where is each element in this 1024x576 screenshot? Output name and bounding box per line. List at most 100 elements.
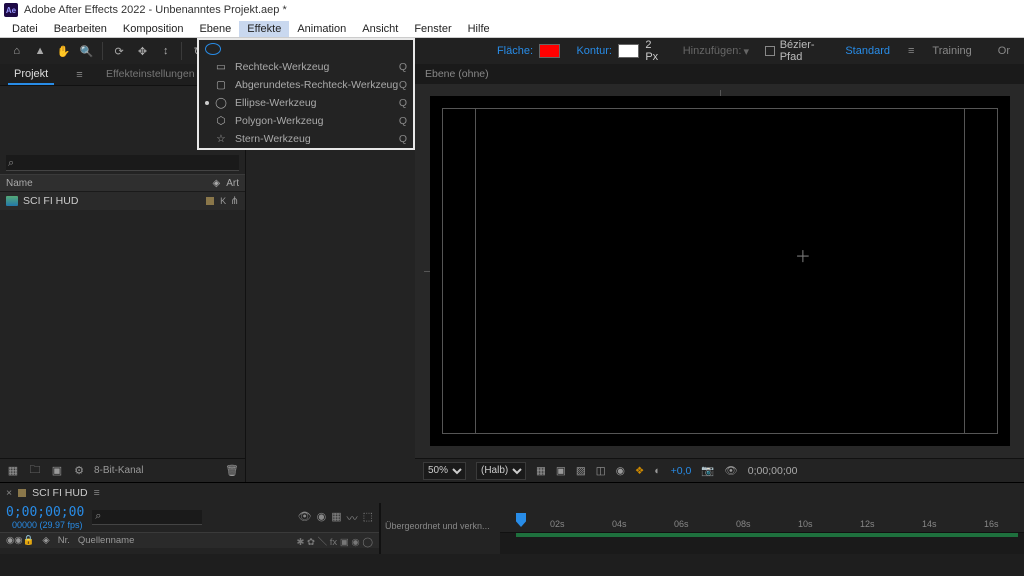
motion-blur-icon[interactable]: 〰: [347, 510, 358, 526]
menu-ansicht[interactable]: Ansicht: [354, 21, 406, 37]
switches-icons[interactable]: ✱ ✿ ＼ fx ▣ ◉ ◯: [296, 534, 373, 548]
bezier-checkbox[interactable]: Bézier-Pfad: [765, 39, 835, 63]
safe-zone-inner: [475, 108, 965, 434]
stroke-swatch[interactable]: [618, 44, 639, 58]
menu-fenster[interactable]: Fenster: [406, 21, 459, 37]
col-type[interactable]: Art: [226, 178, 239, 189]
ruler-mark: 16s: [984, 519, 999, 529]
current-timecode[interactable]: 0;00;00;00: [6, 505, 84, 520]
trash-icon[interactable]: 🗑: [225, 464, 239, 477]
hamburger-icon[interactable]: ≡: [908, 45, 914, 57]
zoom-tool-icon[interactable]: 🔍: [76, 40, 97, 62]
workspace-tab-standard[interactable]: Standard: [837, 41, 898, 61]
main-area: ⌕ Name ◈ Art SCI FI HUD K ⋔ ▦ 🗀 ▣ ⚙ 8-Bi…: [0, 64, 1024, 482]
timeline-comp-name[interactable]: SCI FI HUD: [32, 487, 87, 499]
shape-option-ellipse[interactable]: ◯Ellipse-WerkzeugQ: [199, 94, 413, 112]
menu-ebene[interactable]: Ebene: [191, 21, 239, 37]
home-icon[interactable]: ⌂: [6, 40, 27, 62]
search-icon: ⌕: [8, 157, 14, 170]
title-bar: Ae Adobe After Effects 2022 - Unbenannte…: [0, 0, 1024, 20]
workspace-tab-training[interactable]: Training: [924, 41, 979, 61]
timeline-search-input[interactable]: [92, 510, 202, 525]
panel-menu-icon[interactable]: ≡: [76, 69, 82, 81]
show-snapshot-icon[interactable]: 👁: [724, 464, 737, 477]
mask-toggle-icon[interactable]: ▣: [556, 465, 566, 477]
shape-option-roundrect[interactable]: ▢Abgerundetes-Rechteck-WerkzeugQ: [199, 76, 413, 94]
exposure-reset-icon[interactable]: ◐: [654, 465, 660, 477]
shape-tool-current[interactable]: [199, 40, 413, 58]
resolution-select[interactable]: (Halb): [476, 462, 526, 480]
hand-tool-icon[interactable]: ✋: [53, 40, 74, 62]
snapshot-icon[interactable]: 📷: [701, 464, 714, 477]
playhead[interactable]: [516, 513, 526, 527]
timeline-panel: × SCI FI HUD ≡ 0;00;00;00 00000 (29.97 f…: [0, 482, 1024, 554]
viewer-tab[interactable]: Ebene (ohne): [425, 68, 489, 80]
fps-display: 00000 (29.97 fps): [6, 520, 84, 530]
ellipse-icon: ◯: [215, 97, 227, 109]
channel-icon[interactable]: ◉: [616, 465, 625, 477]
exposure-value[interactable]: +0,0: [671, 465, 692, 477]
label-col-icon[interactable]: ◈: [42, 535, 49, 546]
col-number[interactable]: Nr.: [58, 535, 70, 546]
col-name[interactable]: Name: [6, 178, 213, 189]
shape-option-polygon[interactable]: ⬡Polygon-WerkzeugQ: [199, 112, 413, 130]
color-mgmt-icon[interactable]: ❖: [635, 465, 644, 477]
search-icon: ⌕: [95, 510, 101, 523]
project-item-name: SCI FI HUD: [23, 195, 206, 207]
project-columns: Name ◈ Art: [0, 174, 245, 192]
fill-swatch[interactable]: [539, 44, 560, 58]
orbit-tool-icon[interactable]: ⟳: [108, 40, 129, 62]
menu-effekte[interactable]: Effekte: [239, 21, 289, 37]
timeline-right: 02s04s06s08s10s12s14s16s: [500, 503, 1024, 554]
preview-timecode[interactable]: 0;00;00;00: [748, 465, 798, 477]
graph-editor-icon[interactable]: ⬚: [363, 510, 373, 526]
ruler-mark: 12s: [860, 519, 875, 529]
project-item[interactable]: SCI FI HUD K ⋔: [0, 192, 245, 210]
zoom-select[interactable]: 50%: [423, 462, 466, 480]
region-icon[interactable]: ◫: [596, 465, 606, 477]
frame-blend-icon[interactable]: ▦: [331, 510, 341, 526]
av-toggles-icon[interactable]: ◉◉🔒: [6, 535, 34, 546]
menu-datei[interactable]: Datei: [4, 21, 46, 37]
time-ruler[interactable]: 02s04s06s08s10s12s14s16s: [500, 503, 1024, 533]
track-area[interactable]: [500, 533, 1024, 554]
draft3d-icon[interactable]: ◉: [317, 510, 327, 526]
project-search-input[interactable]: [6, 155, 239, 171]
shy-icon[interactable]: 👁: [298, 510, 312, 526]
menu-bar[interactable]: DateiBearbeitenKompositionEbeneEffekteAn…: [0, 20, 1024, 38]
comp-label-swatch: [18, 489, 26, 497]
viewport[interactable]: ＋: [415, 84, 1024, 458]
add-chevron-icon[interactable]: ▾: [743, 45, 749, 58]
grid-icon[interactable]: ▦: [536, 465, 546, 477]
col-source[interactable]: Quellenname: [78, 535, 135, 546]
flowchart-icon[interactable]: ⋔: [230, 195, 239, 207]
project-item-tag: K: [220, 196, 226, 206]
polygon-icon: ⬡: [215, 115, 227, 127]
composition-canvas[interactable]: ＋: [430, 96, 1010, 446]
interpret-icon[interactable]: ▦: [6, 464, 20, 477]
pan-tool-icon[interactable]: ✥: [132, 40, 153, 62]
menu-animation[interactable]: Animation: [289, 21, 354, 37]
menu-hilfe[interactable]: Hilfe: [460, 21, 498, 37]
menu-bearbeiten[interactable]: Bearbeiten: [46, 21, 115, 37]
project-footer: ▦ 🗀 ▣ ⚙ 8-Bit-Kanal 🗑: [0, 458, 245, 482]
timeline-columns: ◉◉🔒 ◈ Nr. Quellenname ✱ ✿ ＼ fx ▣ ◉ ◯: [0, 532, 379, 548]
col-label-icon[interactable]: ◈: [213, 178, 221, 189]
workspace-tab-more[interactable]: Or: [990, 41, 1018, 61]
menu-komposition[interactable]: Komposition: [115, 21, 192, 37]
stroke-width[interactable]: 2 Px: [645, 39, 666, 63]
ellipse-icon: [205, 43, 221, 55]
folder-icon[interactable]: 🗀: [28, 461, 42, 480]
shape-option-rect[interactable]: ▭Rechteck-WerkzeugQ: [199, 58, 413, 76]
new-comp-icon[interactable]: ▣: [50, 464, 64, 477]
selection-tool-icon[interactable]: ▲: [29, 40, 50, 62]
dolly-tool-icon[interactable]: ↕: [155, 40, 176, 62]
shape-option-star[interactable]: ☆Stern-WerkzeugQ: [199, 130, 413, 148]
project-panel-tab[interactable]: Projekt: [8, 65, 54, 85]
transparency-icon[interactable]: ▨: [576, 465, 586, 477]
work-area-bar[interactable]: [516, 533, 1018, 537]
close-tab-icon[interactable]: ×: [6, 487, 12, 499]
bit-depth[interactable]: 8-Bit-Kanal: [94, 465, 143, 476]
timeline-menu-icon[interactable]: ≡: [94, 487, 100, 499]
settings-icon[interactable]: ⚙: [72, 464, 86, 477]
